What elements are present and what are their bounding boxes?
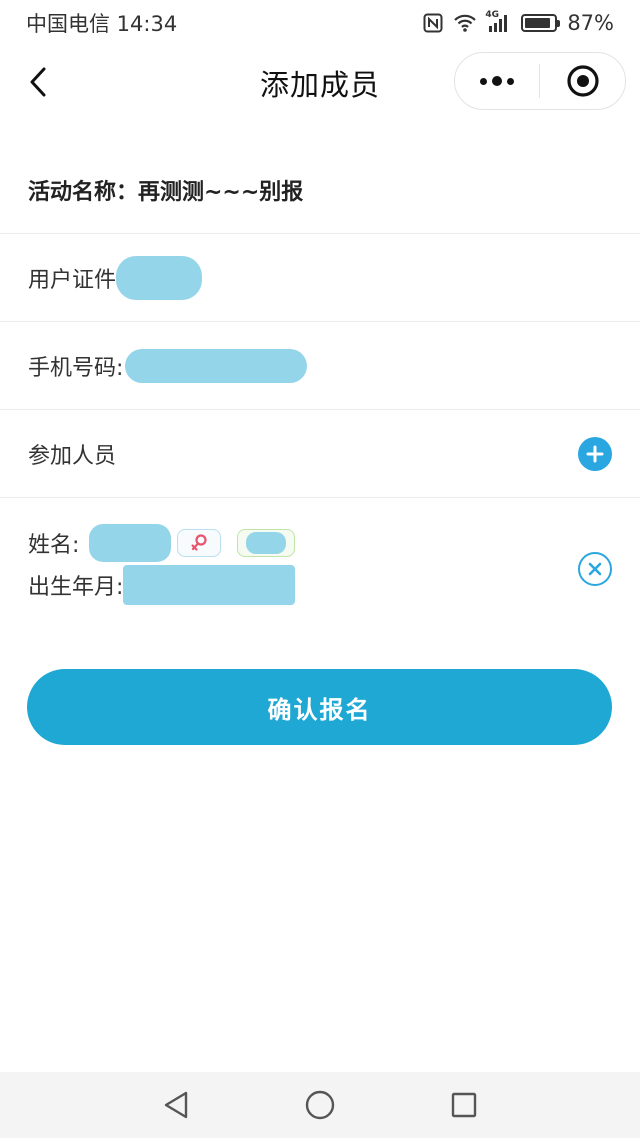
back-triangle-icon xyxy=(164,1091,188,1119)
add-icon xyxy=(586,445,604,463)
close-mini-program-button[interactable] xyxy=(540,53,625,109)
status-icons: 4G 87% xyxy=(423,10,614,35)
system-back-button[interactable] xyxy=(156,1085,196,1125)
redacted-age xyxy=(246,532,287,554)
system-recents-button[interactable] xyxy=(444,1085,484,1125)
redacted-birthdate xyxy=(123,565,296,605)
remove-member-button[interactable] xyxy=(578,552,612,586)
add-participant-button[interactable] xyxy=(578,437,612,471)
remove-icon xyxy=(588,562,602,576)
signal-icon: 4G xyxy=(485,10,511,33)
member-card: 姓名: 出生年月: xyxy=(0,498,640,622)
gender-tag xyxy=(177,529,222,557)
phone-row[interactable]: 手机号码: xyxy=(0,322,640,410)
more-icon-dot xyxy=(507,77,514,85)
status-bar: 中国电信 14:34 4G 87% xyxy=(0,0,640,46)
phone-label: 手机号码: xyxy=(28,355,124,381)
user-id-label: 用户证件 xyxy=(28,267,117,293)
member-birth-line: 出生年月: xyxy=(28,564,612,606)
activity-name-row: 活动名称：再测测~~~别报 xyxy=(0,146,640,234)
system-home-button[interactable] xyxy=(300,1085,340,1125)
member-name-line: 姓名: xyxy=(28,522,612,564)
user-id-row[interactable]: 用户证件 xyxy=(0,234,640,322)
more-icon xyxy=(480,77,487,85)
activity-name: 活动名称：再测测~~~别报 xyxy=(28,179,304,205)
redacted-phone xyxy=(125,348,308,383)
recents-square-icon xyxy=(451,1092,477,1118)
confirm-register-button[interactable]: 确认报名 xyxy=(27,669,612,745)
age-tag xyxy=(237,529,296,557)
participants-row: 参加人员 xyxy=(0,410,640,498)
redacted-name xyxy=(89,524,172,562)
mini-program-capsule xyxy=(454,52,626,110)
target-icon xyxy=(566,65,599,97)
battery-percent: 87% xyxy=(567,11,614,35)
member-birth-label: 出生年月: xyxy=(28,575,124,600)
female-icon xyxy=(191,534,208,551)
home-circle-icon xyxy=(305,1090,335,1120)
wifi-icon xyxy=(453,13,477,33)
nfc-icon xyxy=(423,13,443,33)
more-icon-dot xyxy=(492,76,502,86)
more-button[interactable] xyxy=(455,53,539,109)
screen: 中国电信 14:34 4G 87% 添加成员 活动名称：再测测~~~别报 用户证… xyxy=(0,0,640,1138)
system-nav-bar xyxy=(0,1072,640,1138)
redacted-id xyxy=(116,255,203,300)
registration-form: 活动名称：再测测~~~别报 用户证件 手机号码: 参加人员 姓名: 出生年月: xyxy=(0,146,640,622)
carrier-time: 中国电信 14:34 xyxy=(26,12,178,36)
nav-bar: 添加成员 xyxy=(0,46,640,118)
member-name-label: 姓名: xyxy=(28,533,80,558)
battery-icon xyxy=(521,14,561,32)
network-type: 4G xyxy=(485,10,499,20)
participants-label: 参加人员 xyxy=(28,443,117,469)
